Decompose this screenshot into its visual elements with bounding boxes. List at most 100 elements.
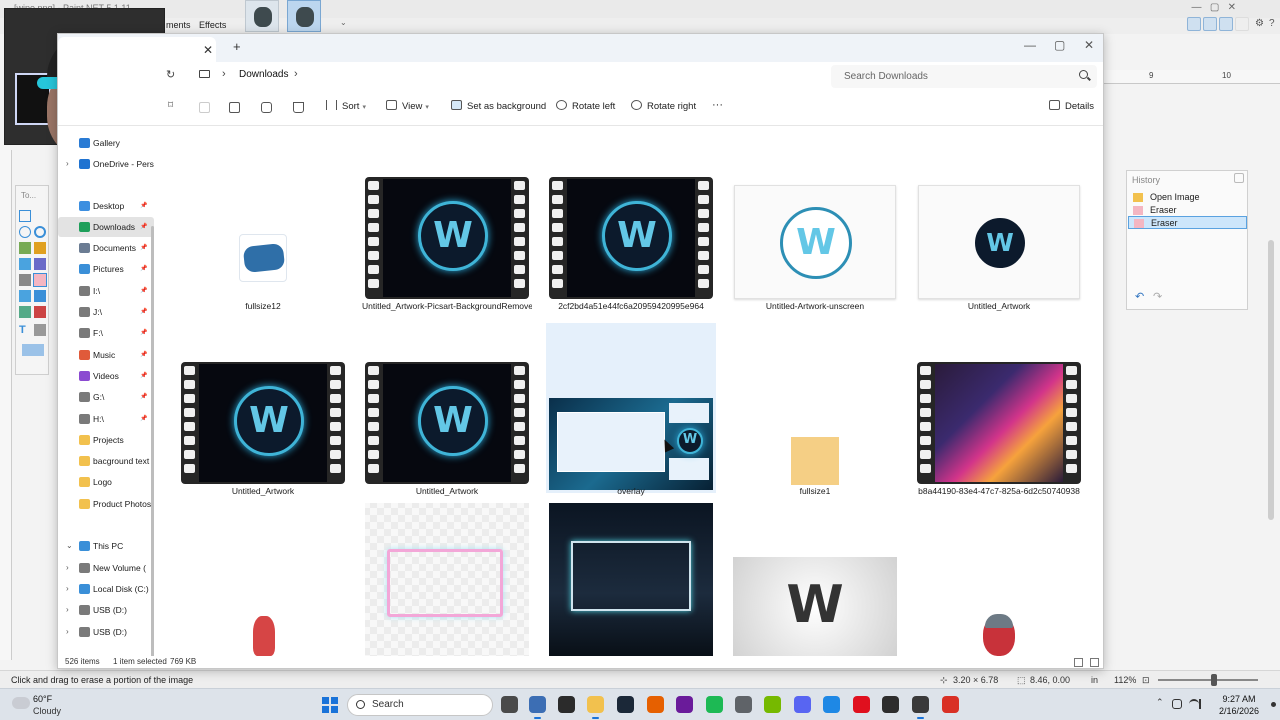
sidebar-item[interactable]: G:\ 📌 xyxy=(58,387,154,407)
pin-icon[interactable]: 📌 xyxy=(140,302,147,322)
sidebar-item[interactable]: › USB (D:) xyxy=(58,600,154,620)
wifi-icon[interactable] xyxy=(1189,699,1199,709)
clock-time[interactable]: 9:27 AM xyxy=(1209,694,1269,704)
breadcrumb-separator[interactable]: › xyxy=(222,68,226,80)
file-tile[interactable]: fullsize xyxy=(914,506,1084,668)
new-item-icon[interactable]: ⌑ xyxy=(168,100,179,111)
toolbar-toggle-tools[interactable] xyxy=(1187,17,1201,31)
clock-date[interactable]: 2/16/2026 xyxy=(1209,706,1269,716)
pencil-icon[interactable] xyxy=(19,274,31,286)
toolbar-toggle-layers[interactable] xyxy=(1219,17,1233,31)
lasso-icon[interactable] xyxy=(19,226,31,238)
file-tile[interactable]: Untitled_Artwork xyxy=(362,323,532,496)
pin-icon[interactable]: 📌 xyxy=(140,387,147,407)
sort-button[interactable]: Sort ▾ xyxy=(326,100,366,116)
steam-app-icon[interactable] xyxy=(617,696,634,713)
color-palette-icon[interactable] xyxy=(22,344,44,356)
opera-app-icon[interactable] xyxy=(853,696,870,713)
chevron-right-icon[interactable]: › xyxy=(66,154,69,174)
sidebar-item[interactable]: bacground text xyxy=(58,451,154,471)
color-picker-icon[interactable] xyxy=(19,306,31,318)
recolor-icon[interactable] xyxy=(34,290,46,302)
file-tile[interactable]: fullsize1 xyxy=(730,323,900,496)
menu-adjustments[interactable]: ments xyxy=(166,20,191,30)
this-pc-icon[interactable] xyxy=(199,70,210,78)
sidebar-item[interactable]: Pictures 📌 xyxy=(58,259,154,279)
cut-icon[interactable] xyxy=(199,102,210,113)
notification-icon[interactable] xyxy=(1271,702,1276,707)
search-icon[interactable] xyxy=(1079,70,1088,79)
zoom-icon[interactable] xyxy=(34,226,46,238)
file-tile[interactable]: Untitled_Artwork xyxy=(914,138,1084,311)
sidebar-item[interactable]: › New Volume ( xyxy=(58,558,154,578)
task-view-app-icon[interactable] xyxy=(501,696,518,713)
menu-effects[interactable]: Effects xyxy=(199,20,226,30)
sidebar-item[interactable]: ⌄ This PC xyxy=(58,536,154,556)
clone-stamp-icon[interactable] xyxy=(19,290,31,302)
help-icon[interactable]: ? xyxy=(1269,18,1275,29)
sidebar-item[interactable]: Projects xyxy=(58,430,154,450)
chevron-right-icon[interactable]: › xyxy=(66,558,69,578)
more-options-button[interactable]: ··· xyxy=(712,98,723,114)
file-tile[interactable]: fullsize12 xyxy=(178,138,348,311)
nvidia-app-icon[interactable] xyxy=(764,696,781,713)
pin-icon[interactable]: 📌 xyxy=(140,281,147,301)
set-as-background-button[interactable]: Set as background xyxy=(451,100,546,116)
details-view-icon[interactable] xyxy=(1074,658,1083,667)
view-button[interactable]: View ▾ xyxy=(386,100,429,116)
pin-icon[interactable]: 📌 xyxy=(140,196,147,216)
zoom-slider-track[interactable] xyxy=(1158,679,1258,681)
next-app-icon[interactable] xyxy=(676,696,693,713)
sidebar-item[interactable]: › USB (D:) xyxy=(58,622,154,642)
units-select[interactable]: in xyxy=(1091,675,1098,685)
history-item[interactable]: Open Image xyxy=(1128,191,1247,204)
paint-bucket-icon[interactable] xyxy=(34,242,46,254)
taskbar-search-input[interactable]: Search xyxy=(347,694,493,716)
toolbar-toggle-colors[interactable] xyxy=(1235,17,1249,31)
pin-icon[interactable]: 📌 xyxy=(140,409,147,429)
sidebar-item[interactable]: Music 📌 xyxy=(58,345,154,365)
breadcrumb-separator[interactable]: › xyxy=(294,68,298,80)
eraser-icon[interactable] xyxy=(33,273,47,287)
thumbnail-view-icon[interactable] xyxy=(1090,658,1099,667)
nav-scrollbar[interactable] xyxy=(151,226,154,668)
details-button[interactable]: Details xyxy=(1049,100,1094,116)
sidebar-item[interactable]: I:\ 📌 xyxy=(58,281,154,301)
spotify-app-icon[interactable] xyxy=(706,696,723,713)
weather-temperature[interactable]: 60°F xyxy=(33,694,52,704)
pin-icon[interactable]: 📌 xyxy=(140,366,147,386)
copy-icon[interactable] xyxy=(229,102,240,113)
cloudy-weather-icon[interactable] xyxy=(12,697,30,709)
settings-app-icon[interactable] xyxy=(735,696,752,713)
file-tile[interactable]: Untitled_Artwork-Picsart-BackgroundRemov… xyxy=(362,138,532,311)
close-tab-icon[interactable]: ✕ xyxy=(203,43,213,57)
sidebar-item[interactable]: H:\ 📌 xyxy=(58,409,154,429)
sidebar-item[interactable]: Downloads 📌 xyxy=(58,217,154,237)
move-icon[interactable] xyxy=(34,210,46,222)
sidebar-item[interactable]: F:\ 📌 xyxy=(58,323,154,343)
chevron-up-icon[interactable]: ⌃ xyxy=(1156,697,1164,708)
share-icon[interactable] xyxy=(261,102,272,113)
file-tile[interactable]: Wunnamed1 xyxy=(730,506,900,668)
chevron-down-icon[interactable]: ⌄ xyxy=(66,536,73,556)
file-tile[interactable]: Untitled_Artwork xyxy=(178,323,348,496)
pin-icon[interactable]: 📌 xyxy=(140,259,147,279)
magic-wand-icon[interactable] xyxy=(19,242,31,254)
maps-pin-app-icon[interactable] xyxy=(942,696,959,713)
chevron-right-icon[interactable]: › xyxy=(66,600,69,620)
sidebar-item[interactable]: › Local Disk (C:) xyxy=(58,579,154,599)
discord-app-icon[interactable] xyxy=(794,696,811,713)
breadcrumb-downloads[interactable]: Downloads xyxy=(239,69,288,80)
sidebar-item[interactable]: › OneDrive - Perso xyxy=(58,154,154,174)
chevron-down-icon[interactable]: ⌄ xyxy=(340,18,347,27)
zoom-to-window-icon[interactable]: ⊡ xyxy=(1142,675,1150,686)
chevron-right-icon[interactable]: › xyxy=(66,579,69,599)
rotate-right-button[interactable]: Rotate right xyxy=(631,100,696,116)
chevron-right-icon[interactable]: › xyxy=(66,622,69,642)
inkscape-app-icon[interactable] xyxy=(882,696,899,713)
windows-start-icon[interactable] xyxy=(322,697,338,713)
paint-net-app-icon[interactable] xyxy=(529,696,546,719)
rotate-left-button[interactable]: Rotate left xyxy=(556,100,615,116)
close-button[interactable]: ✕ xyxy=(1084,38,1094,52)
tab-downloads[interactable]: ✕ xyxy=(58,37,216,62)
